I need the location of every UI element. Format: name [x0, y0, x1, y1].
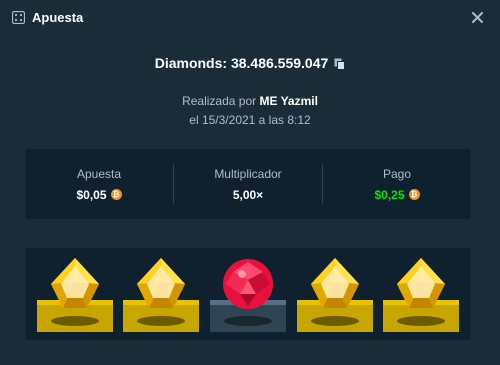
stat-value: $0,25 ₿ [374, 187, 420, 202]
gem-tile [37, 248, 113, 340]
made-by-line: Realizada por ME Yazmil [0, 94, 500, 108]
gem-tile [383, 248, 459, 340]
dice-icon [12, 10, 25, 24]
stat-label: Apuesta [76, 166, 122, 181]
bet-modal: Apuesta Diamonds: 38.486.559.047 Realiza… [0, 0, 500, 365]
gem-tile [297, 248, 373, 340]
bet-amount: $0,05 [76, 187, 107, 202]
stat-value: 5,00× [233, 188, 263, 202]
close-icon[interactable] [470, 10, 484, 24]
payout-amount: $0,25 [374, 187, 405, 202]
yellow-gem-icon [397, 258, 445, 308]
made-by-prefix: Realizada por [182, 94, 257, 108]
bet-stats-panel: Apuesta $0,05 ₿ Multiplicador 5,00× Pago… [25, 149, 471, 219]
yellow-gem-icon [51, 258, 99, 308]
modal-header: Apuesta [0, 0, 500, 34]
modal-title: Apuesta [32, 9, 84, 25]
bitcoin-icon: ₿ [110, 189, 122, 200]
bet-date: el 15/3/2021 a las 8:12 [189, 113, 311, 127]
user-link[interactable]: ME Yazmil [259, 94, 317, 108]
yellow-gem-icon [311, 258, 359, 308]
stat-label: Pago [382, 166, 412, 181]
multiplier-value: 5,00× [232, 187, 264, 202]
stat-bet: Apuesta $0,05 ₿ [25, 149, 173, 219]
red-gem-icon [223, 259, 273, 309]
game-id: 38.486.559.047 [230, 55, 329, 71]
diamonds-board [25, 248, 471, 340]
game-label: Diamonds: [154, 55, 228, 71]
stat-payout: Pago $0,25 ₿ [322, 164, 471, 204]
bitcoin-icon: ₿ [408, 189, 420, 200]
gem-tile [123, 248, 199, 340]
stat-multiplier: Multiplicador 5,00× [173, 164, 322, 204]
copy-icon[interactable] [334, 57, 346, 70]
yellow-gem-icon [137, 258, 185, 308]
gem-tile [210, 248, 286, 340]
stat-label: Multiplicador [214, 166, 282, 181]
game-id-line: Diamonds: 38.486.559.047 [0, 55, 500, 71]
stat-value: $0,05 ₿ [76, 187, 122, 202]
